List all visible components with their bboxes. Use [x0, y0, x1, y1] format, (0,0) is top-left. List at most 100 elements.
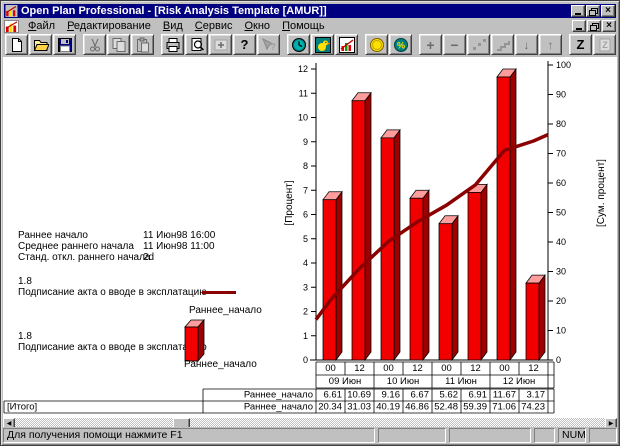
child-restore-button[interactable] — [587, 20, 601, 32]
toolbar-group: ZZ — [569, 34, 616, 55]
restore-icon — [590, 23, 598, 30]
status-bar: Для получения помощи нажмите F1 NUM — [3, 427, 617, 443]
svg-text:12: 12 — [470, 363, 481, 374]
context-help-icon: ? — [261, 37, 277, 53]
svg-text:3: 3 — [303, 282, 308, 292]
minimize-icon — [576, 28, 582, 30]
legend-series-label: Раннее_начало — [189, 306, 262, 316]
menu-item-3[interactable]: Сервис — [189, 19, 239, 33]
info-row: Станд. откл. раннего начала2d — [18, 252, 215, 263]
z-sort-button[interactable]: Z — [569, 34, 592, 55]
copy-pages-button — [107, 34, 130, 55]
menu-item-1[interactable]: Редактирование — [61, 19, 157, 33]
document-chart-icon — [4, 20, 19, 33]
svg-text:70: 70 — [556, 149, 566, 159]
toolbar-group — [5, 34, 76, 55]
paste-clipboard-button — [131, 34, 154, 55]
info-value: 11 Июн98 16:00 — [143, 230, 215, 241]
clock-button[interactable] — [287, 34, 310, 55]
svg-text:12: 12 — [528, 363, 539, 374]
print-button[interactable] — [161, 34, 184, 55]
svg-text:6.61: 6.61 — [324, 390, 343, 401]
svg-text:46.86: 46.86 — [405, 402, 429, 413]
info-label: Среднее раннего начала — [18, 241, 143, 252]
svg-text:7: 7 — [303, 185, 308, 195]
info-label: Станд. откл. раннего начала — [18, 252, 143, 263]
toolbar-group: +−↓↑ — [419, 34, 562, 55]
svg-text:74.23: 74.23 — [521, 402, 545, 413]
svg-text:40: 40 — [556, 237, 566, 247]
svg-text:90: 90 — [556, 90, 566, 100]
menu-item-0[interactable]: Файл — [22, 19, 61, 33]
svg-text:10: 10 — [556, 326, 566, 336]
restore-button[interactable] — [586, 5, 600, 17]
new-document-icon — [9, 37, 25, 53]
close-icon: × — [606, 21, 612, 31]
svg-text:4: 4 — [303, 258, 308, 268]
toolbar: ??% +−↓↑ ZZ — [4, 34, 616, 58]
svg-text:10: 10 — [298, 113, 308, 123]
risk-chart-button[interactable] — [335, 34, 358, 55]
minimize-icon — [575, 13, 581, 15]
title-bar: Open Plan Professional - [Risk Analysis … — [4, 4, 616, 18]
bars-series — [323, 69, 545, 360]
child-close-button[interactable]: × — [602, 20, 616, 32]
minus-button: − — [443, 34, 466, 55]
minus-icon: − — [447, 37, 463, 53]
svg-text:20.34: 20.34 — [318, 402, 342, 413]
minimize-button[interactable] — [571, 5, 585, 17]
cut-scissors-icon — [87, 37, 103, 53]
z-page-button: Z — [593, 34, 616, 55]
legend-activity-desc: Подписание акта о вводе в эксплатацию — [18, 343, 207, 353]
close-button[interactable]: × — [601, 5, 615, 17]
save-disk-icon — [57, 37, 73, 53]
app-window: Open Plan Professional - [Risk Analysis … — [0, 0, 620, 446]
svg-text:6.67: 6.67 — [411, 390, 430, 401]
svg-text:6.91: 6.91 — [469, 390, 488, 401]
info-label: Раннее начало — [18, 230, 143, 241]
percent-circle-button[interactable]: % — [389, 34, 412, 55]
data-table: 001200120012001209 Июн10 Июн11 Июн12 Июн… — [4, 362, 554, 413]
help-question-button[interactable]: ? — [233, 34, 256, 55]
svg-text:[Итого]: [Итого] — [7, 402, 37, 413]
link-dots-button — [467, 34, 490, 55]
status-panel — [589, 428, 617, 443]
plus-button: + — [419, 34, 442, 55]
svg-text:100: 100 — [556, 60, 571, 70]
info-panel: Раннее начало11 Июн98 16:00Среднее ранне… — [18, 230, 215, 263]
print-preview-icon — [189, 37, 205, 53]
svg-text:3.17: 3.17 — [527, 390, 546, 401]
svg-text:09 Июн: 09 Июн — [329, 376, 361, 387]
open-folder-button[interactable] — [29, 34, 52, 55]
menu-item-5[interactable]: Помощь — [276, 19, 331, 33]
app-logo-icon — [5, 5, 18, 17]
legend-series-label: Раннее_начало — [184, 360, 257, 370]
svg-text:12 Июн: 12 Июн — [503, 376, 535, 387]
menu-bar: ФайлРедактированиеВидСервисОкноПомощь × — [4, 19, 616, 33]
save-disk-button[interactable] — [53, 34, 76, 55]
duck-button[interactable] — [311, 34, 334, 55]
z-sort-icon: Z — [573, 37, 589, 53]
stairs-icon — [495, 37, 511, 53]
info-row: Среднее раннего начала11 Июн98 11:00 — [18, 241, 215, 252]
cut-scissors-button — [83, 34, 106, 55]
svg-text:0: 0 — [556, 355, 561, 365]
svg-text:0: 0 — [303, 355, 308, 365]
print-preview-button[interactable] — [185, 34, 208, 55]
chart-area: 01234567891011120102030405060708090100[П… — [3, 57, 617, 418]
arrow-up-button: ↑ — [539, 34, 562, 55]
svg-text:[Процент]: [Процент] — [284, 180, 295, 225]
svg-text:1: 1 — [303, 331, 308, 341]
svg-text:Раннее_начало: Раннее_начало — [244, 390, 313, 401]
svg-text:12: 12 — [298, 64, 308, 74]
child-minimize-button[interactable] — [572, 20, 586, 32]
status-num-indicator: NUM — [558, 428, 586, 443]
svg-text:5.62: 5.62 — [440, 390, 459, 401]
new-document-button[interactable] — [5, 34, 28, 55]
toolbar-group — [83, 34, 154, 55]
plus-grid-icon — [213, 37, 229, 53]
menu-item-2[interactable]: Вид — [157, 19, 189, 33]
coin-button[interactable] — [365, 34, 388, 55]
menu-item-4[interactable]: Окно — [238, 19, 276, 33]
svg-text:6: 6 — [303, 210, 308, 220]
